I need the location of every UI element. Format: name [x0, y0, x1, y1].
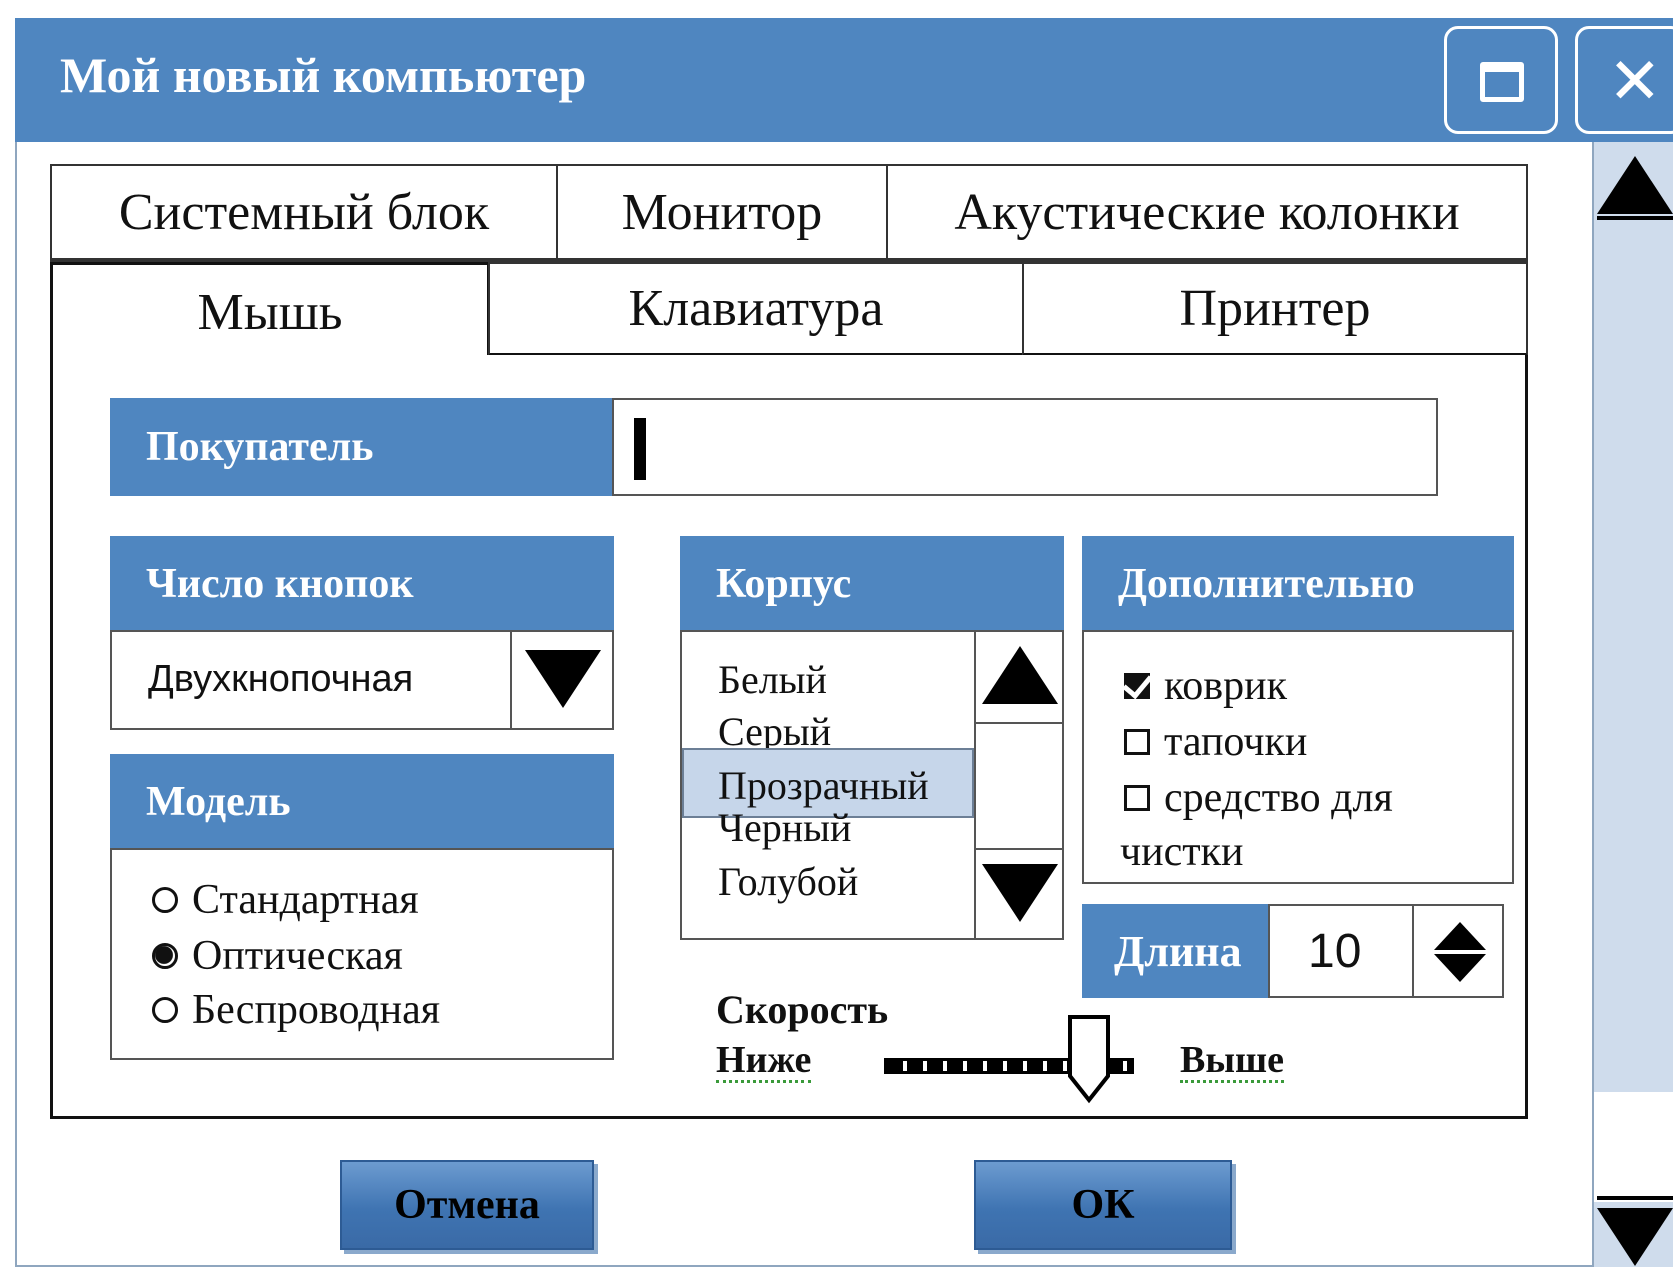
dropdown-button[interactable] [510, 632, 616, 728]
buyer-input[interactable] [612, 398, 1438, 496]
model-label: Модель [110, 754, 614, 850]
tab-printer[interactable]: Принтер [1022, 262, 1528, 356]
window-title: Мой новый компьютер [60, 47, 587, 103]
speed-high-label: Выше [1180, 1039, 1284, 1083]
list-scroll-down[interactable] [976, 848, 1064, 940]
tab-keyboard[interactable]: Клавиатура [488, 262, 1024, 356]
close-icon: ✕ [1608, 45, 1662, 119]
scroll-up-button[interactable] [1597, 148, 1673, 220]
checkbox-cleaner[interactable]: средство для [1124, 774, 1393, 822]
extra-checkbox-group: коврик тапочки средство для чистки [1082, 630, 1514, 884]
model-radio-group: Стандартная Оптическая Беспроводная [110, 848, 614, 1060]
tab-speakers[interactable]: Акустические колонки [886, 164, 1528, 260]
length-value: 10 [1308, 925, 1362, 978]
arrow-down-icon [1597, 1208, 1673, 1266]
checkbox-cleaner-continuation: чистки [1120, 829, 1244, 875]
radio-wireless[interactable]: Беспроводная [152, 986, 440, 1034]
chevron-down-icon [525, 650, 601, 708]
extra-label: Дополнительно [1082, 536, 1514, 632]
length-spinner[interactable]: 10 [1268, 904, 1504, 998]
speed-label: Скорость [716, 987, 889, 1032]
case-listbox[interactable]: Белый Серый Прозрачный Черный Голубой [680, 630, 1064, 940]
maximize-button[interactable] [1444, 26, 1558, 134]
spinner-down-icon[interactable] [1434, 954, 1486, 982]
checkbox-slippers[interactable]: тапочки [1124, 718, 1307, 766]
radio-standard[interactable]: Стандартная [152, 876, 419, 924]
close-button[interactable]: ✕ [1575, 26, 1673, 134]
buttons-count-select[interactable]: Двухкнопочная [110, 630, 614, 730]
tab-system-unit[interactable]: Системный блок [50, 164, 558, 260]
scroll-down-button[interactable] [1597, 1196, 1673, 1267]
list-item[interactable]: Черный [718, 808, 851, 848]
list-item[interactable]: Голубой [718, 858, 858, 905]
maximize-icon [1480, 62, 1524, 102]
spinner-up-icon[interactable] [1434, 922, 1486, 950]
speed-low-label: Ниже [716, 1039, 812, 1083]
buttons-count-label: Число кнопок [110, 536, 614, 632]
arrow-up-icon [982, 646, 1058, 704]
tab-mouse[interactable]: Мышь [50, 262, 490, 360]
spinner-buttons[interactable] [1412, 906, 1504, 996]
slider-thumb-icon [1068, 1015, 1110, 1104]
radio-optical[interactable]: Оптическая [152, 932, 403, 980]
tab-monitor[interactable]: Монитор [556, 164, 888, 260]
length-label: Длина [1082, 904, 1270, 998]
arrow-up-icon [1597, 156, 1673, 214]
cancel-button[interactable]: Отмена [340, 1160, 594, 1250]
list-item[interactable]: Белый [718, 656, 827, 703]
arrow-down-icon [982, 864, 1058, 922]
list-scroll-up[interactable] [976, 632, 1064, 724]
speed-slider-thumb[interactable] [1067, 1014, 1111, 1104]
buyer-label: Покупатель [110, 398, 614, 496]
checkbox-mousepad[interactable]: коврик [1124, 662, 1287, 710]
case-label: Корпус [680, 536, 1064, 632]
vertical-scrollbar[interactable] [1592, 142, 1673, 1267]
text-cursor [634, 418, 646, 480]
list-scrollbar[interactable] [974, 632, 1064, 938]
ok-button[interactable]: ОК [974, 1160, 1232, 1250]
